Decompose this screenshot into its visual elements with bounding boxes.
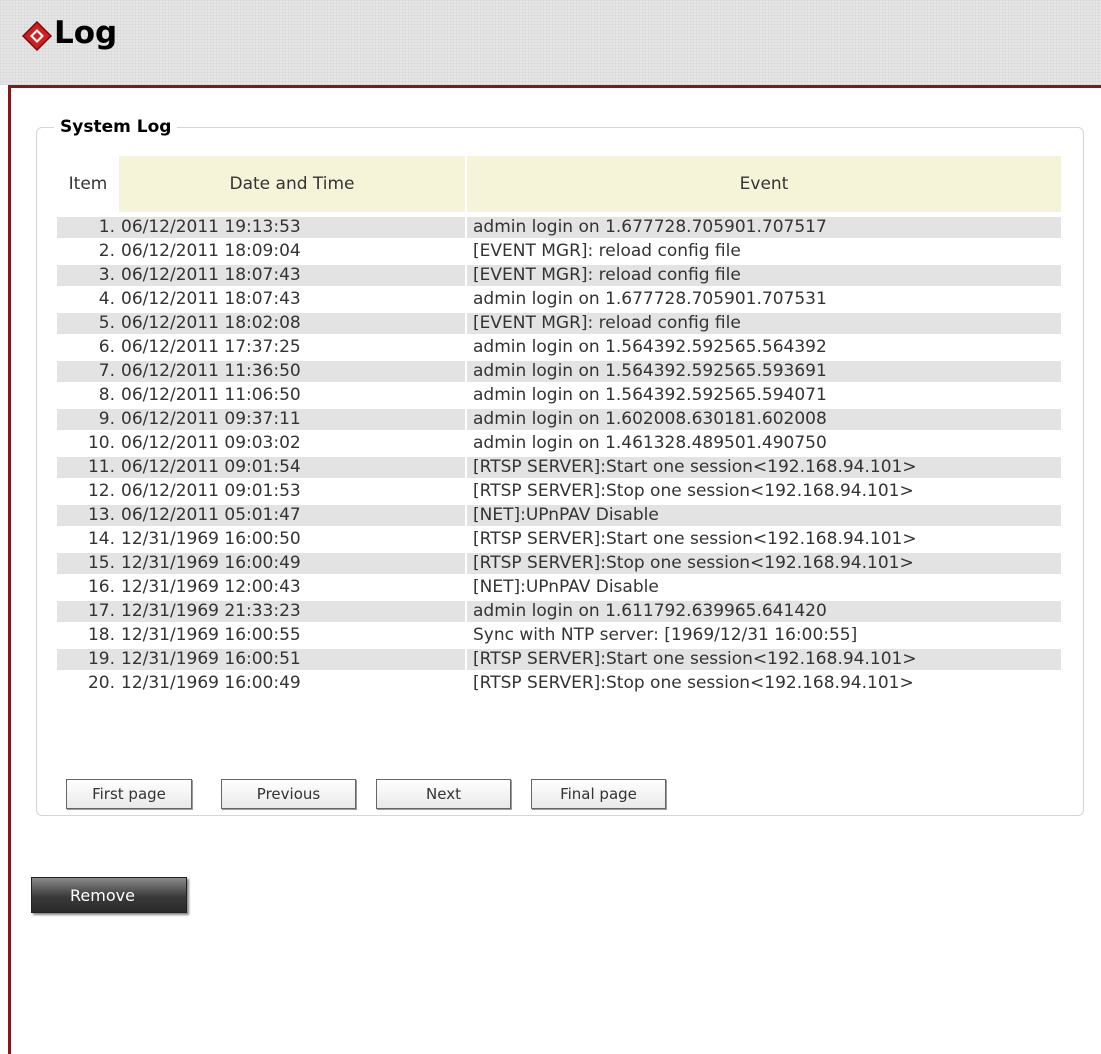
date-time-cell: 12/31/1969 16:00:50 <box>119 529 467 553</box>
date-time-cell: 06/12/2011 05:01:47 <box>119 505 467 529</box>
date-time-cell: 06/12/2011 09:01:53 <box>119 481 467 505</box>
table-row: 20. 12/31/1969 16:00:49 [RTSP SERVER]:Stop… <box>57 673 1061 697</box>
table-row: 13. 06/12/2011 05:01:47 [NET]:UPnPAV Disab… <box>57 505 1061 529</box>
table-row: 11. 06/12/2011 09:01:54 [RTSP SERVER]:Star… <box>57 457 1061 481</box>
event-cell: admin login on 1.611792.639965.641420 <box>467 601 1061 625</box>
date-time-cell: 12/31/1969 12:00:43 <box>119 577 467 601</box>
date-time-cell: 06/12/2011 11:36:50 <box>119 361 467 385</box>
event-cell: [RTSP SERVER]:Start one session<192.168.… <box>467 529 1061 553</box>
final-page-button[interactable]: Final page <box>531 779 666 809</box>
date-time-cell: 12/31/1969 21:33:23 <box>119 601 467 625</box>
table-row: 3. 06/12/2011 18:07:43 [EVENT MGR]: reload… <box>57 265 1061 289</box>
item-cell: 5. <box>57 313 119 337</box>
date-time-cell: 06/12/2011 09:03:02 <box>119 433 467 457</box>
date-time-cell: 12/31/1969 16:00:49 <box>119 553 467 577</box>
item-cell: 15. <box>57 553 119 577</box>
date-time-cell: 06/12/2011 09:37:11 <box>119 409 467 433</box>
item-cell: 7. <box>57 361 119 385</box>
section-title: System Log <box>54 115 178 139</box>
event-cell: [NET]:UPnPAV Disable <box>467 577 1061 601</box>
item-cell: 11. <box>57 457 119 481</box>
item-cell: 13. <box>57 505 119 529</box>
log-table: Item Date and Time Event 1. 06/12/2011 19… <box>57 156 1061 697</box>
item-cell: 19. <box>57 649 119 673</box>
table-row: 14. 12/31/1969 16:00:50 [RTSP SERVER]:Star… <box>57 529 1061 553</box>
date-time-cell: 12/31/1969 16:00:49 <box>119 673 467 697</box>
page-header: Log <box>0 0 1101 85</box>
event-cell: [NET]:UPnPAV Disable <box>467 505 1061 529</box>
table-row: 10. 06/12/2011 09:03:02 admin login on 1.4… <box>57 433 1061 457</box>
event-cell: admin login on 1.564392.592565.594071 <box>467 385 1061 409</box>
item-cell: 14. <box>57 529 119 553</box>
next-button[interactable]: Next <box>376 779 511 809</box>
previous-button[interactable]: Previous <box>221 779 356 809</box>
item-cell: 16. <box>57 577 119 601</box>
item-cell: 18. <box>57 625 119 649</box>
item-cell: 17. <box>57 601 119 625</box>
date-time-cell: 06/12/2011 18:02:08 <box>119 313 467 337</box>
event-cell: [EVENT MGR]: reload config file <box>467 241 1061 265</box>
event-cell: admin login on 1.677728.705901.707531 <box>467 289 1061 313</box>
column-header-item: Item <box>57 156 119 212</box>
table-row: 15. 12/31/1969 16:00:49 [RTSP SERVER]:Stop… <box>57 553 1061 577</box>
event-cell: [RTSP SERVER]:Stop one session<192.168.9… <box>467 481 1061 505</box>
date-time-cell: 06/12/2011 09:01:54 <box>119 457 467 481</box>
date-time-cell: 06/12/2011 18:07:43 <box>119 265 467 289</box>
date-time-cell: 06/12/2011 18:07:43 <box>119 289 467 313</box>
log-table-body: 1. 06/12/2011 19:13:53 admin login on 1.67… <box>57 212 1061 697</box>
table-row: 9. 06/12/2011 09:37:11 admin login on 1.60… <box>57 409 1061 433</box>
table-header-row: Item Date and Time Event <box>57 156 1061 212</box>
remove-button[interactable]: Remove <box>31 877 187 913</box>
date-time-cell: 06/12/2011 18:09:04 <box>119 241 467 265</box>
table-row: 1. 06/12/2011 19:13:53 admin login on 1.67… <box>57 212 1061 241</box>
date-time-cell: 06/12/2011 17:37:25 <box>119 337 467 361</box>
event-cell: [EVENT MGR]: reload config file <box>467 265 1061 289</box>
first-page-button[interactable]: First page <box>66 779 192 809</box>
event-cell: [RTSP SERVER]:Start one session<192.168.… <box>467 649 1061 673</box>
event-cell: admin login on 1.461328.489501.490750 <box>467 433 1061 457</box>
table-row: 18. 12/31/1969 16:00:55 Sync with NTP serv… <box>57 625 1061 649</box>
item-cell: 3. <box>57 265 119 289</box>
event-cell: [RTSP SERVER]:Stop one session<192.168.9… <box>467 553 1061 577</box>
event-cell: admin login on 1.564392.592565.564392 <box>467 337 1061 361</box>
table-row: 16. 12/31/1969 12:00:43 [NET]:UPnPAV Disab… <box>57 577 1061 601</box>
red-diamond-logo-icon <box>22 21 52 51</box>
table-row: 12. 06/12/2011 09:01:53 [RTSP SERVER]:Stop… <box>57 481 1061 505</box>
event-cell: admin login on 1.677728.705901.707517 <box>467 212 1061 241</box>
item-cell: 6. <box>57 337 119 361</box>
table-row: 5. 06/12/2011 18:02:08 [EVENT MGR]: reload… <box>57 313 1061 337</box>
item-cell: 20. <box>57 673 119 697</box>
event-cell: admin login on 1.564392.592565.593691 <box>467 361 1061 385</box>
item-cell: 10. <box>57 433 119 457</box>
table-row: 17. 12/31/1969 21:33:23 admin login on 1.6… <box>57 601 1061 625</box>
event-cell: [RTSP SERVER]:Stop one session<192.168.9… <box>467 673 1061 697</box>
event-cell: [EVENT MGR]: reload config file <box>467 313 1061 337</box>
table-row: 8. 06/12/2011 11:06:50 admin login on 1.56… <box>57 385 1061 409</box>
table-row: 6. 06/12/2011 17:37:25 admin login on 1.56… <box>57 337 1061 361</box>
table-row: 2. 06/12/2011 18:09:04 [EVENT MGR]: reload… <box>57 241 1061 265</box>
date-time-cell: 06/12/2011 19:13:53 <box>119 212 467 241</box>
item-cell: 4. <box>57 289 119 313</box>
item-cell: 1. <box>57 212 119 241</box>
date-time-cell: 12/31/1969 16:00:55 <box>119 625 467 649</box>
item-cell: 12. <box>57 481 119 505</box>
column-header-date-time: Date and Time <box>119 156 467 212</box>
date-time-cell: 06/12/2011 11:06:50 <box>119 385 467 409</box>
event-cell: admin login on 1.602008.630181.602008 <box>467 409 1061 433</box>
date-time-cell: 12/31/1969 16:00:51 <box>119 649 467 673</box>
item-cell: 8. <box>57 385 119 409</box>
item-cell: 9. <box>57 409 119 433</box>
page-title: Log <box>54 15 118 51</box>
table-row: 19. 12/31/1969 16:00:51 [RTSP SERVER]:Star… <box>57 649 1061 673</box>
item-cell: 2. <box>57 241 119 265</box>
table-row: 4. 06/12/2011 18:07:43 admin login on 1.67… <box>57 289 1061 313</box>
event-cell: [RTSP SERVER]:Start one session<192.168.… <box>467 457 1061 481</box>
column-header-event: Event <box>467 156 1061 212</box>
table-row: 7. 06/12/2011 11:36:50 admin login on 1.56… <box>57 361 1061 385</box>
event-cell: Sync with NTP server: [1969/12/31 16:00:… <box>467 625 1061 649</box>
